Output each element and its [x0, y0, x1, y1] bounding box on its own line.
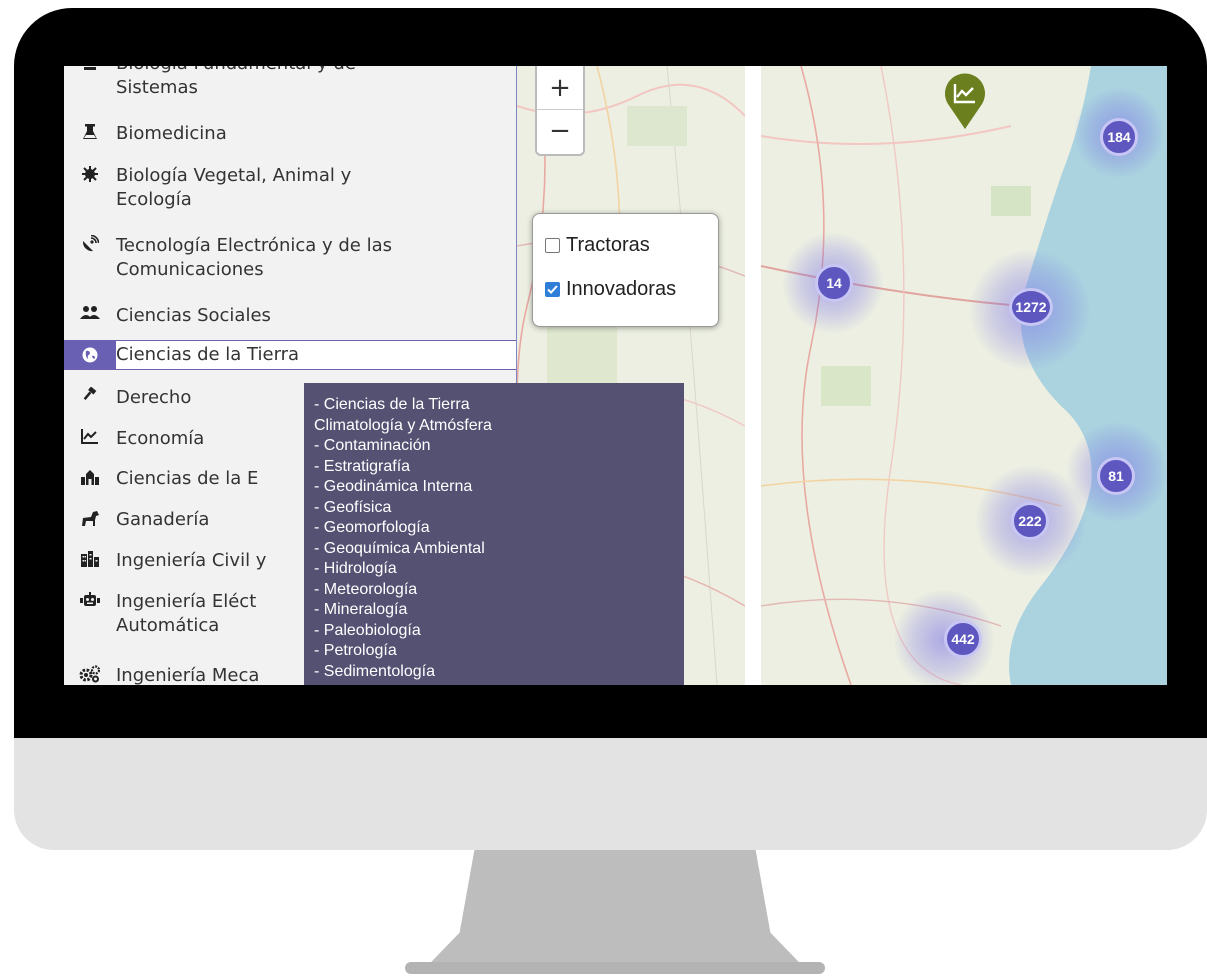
- satellite-dish-icon: [64, 232, 116, 253]
- map-pin-marker[interactable]: [940, 72, 990, 130]
- sidebar-item-label: Tecnología Electrónica y de las: [116, 235, 393, 256]
- tooltip-line: - Geodinámica Interna: [314, 478, 473, 495]
- sidebar-item-biomedicina[interactable]: Biomedicina: [64, 120, 516, 146]
- tractoras-label: Tractoras: [566, 234, 650, 256]
- cluster-marker[interactable]: 184: [1100, 118, 1138, 156]
- tractoras-checkbox[interactable]: [545, 238, 560, 253]
- chart-line-icon: [64, 425, 116, 444]
- sidebar-item-label: Ciencias Sociales: [116, 305, 271, 326]
- layer-option-innovadoras[interactable]: Innovadoras: [545, 278, 676, 301]
- layer-option-tractoras[interactable]: Tractoras: [545, 234, 650, 257]
- sidebar-item-biologia-vegetal[interactable]: Biología Vegetal, Animal y Ecología: [64, 162, 516, 212]
- sidebar-item-biologia-fundamental[interactable]: Biología Fundamental y de Sistemas: [64, 66, 516, 100]
- cluster-marker[interactable]: 442: [944, 620, 982, 658]
- category-tooltip: - Ciencias de la Tierra Climatología y A…: [304, 383, 684, 685]
- tooltip-line: - Geoquímica Ambiental: [314, 539, 485, 557]
- zoom-out-button[interactable]: −: [537, 109, 583, 152]
- tooltip-line: - Ciencias de la Tierra: [314, 396, 470, 413]
- sidebar-item-tecnologia-electronica[interactable]: Tecnología Electrónica y de las Comunicac…: [64, 232, 516, 282]
- sidebar-item-label: Ganadería: [116, 509, 210, 530]
- cluster-marker[interactable]: 81: [1097, 457, 1135, 495]
- chart-line-icon: [945, 73, 985, 129]
- sidebar-item-ciencias-sociales[interactable]: Ciencias Sociales: [64, 302, 516, 328]
- sidebar-item-label: Ingeniería Civil y: [116, 550, 267, 571]
- sidebar-item-label: Ciencias de la Tierra: [116, 344, 300, 365]
- city-icon: [64, 547, 116, 568]
- sidebar-item-label: Comunicaciones: [116, 259, 264, 280]
- cluster-marker[interactable]: 14: [815, 264, 853, 302]
- tooltip-line: - Geomorfología: [314, 519, 430, 536]
- sidebar-item-label: Ingeniería Eléct: [116, 591, 257, 612]
- horse-icon: [64, 506, 116, 527]
- virus-icon: [64, 162, 116, 183]
- innovadoras-checkbox[interactable]: [545, 282, 560, 297]
- map-separator: [745, 66, 761, 685]
- gavel-icon: [64, 384, 116, 405]
- sidebar-item-label: Derecho: [116, 387, 192, 408]
- sidebar-item-label: Biomedicina: [116, 123, 227, 144]
- sidebar-item-label: Biología Fundamental y de: [116, 66, 356, 74]
- sidebar-item-label: Biología Vegetal, Animal y: [116, 165, 352, 186]
- globe-icon: [64, 341, 116, 369]
- tooltip-line: - Estratigrafía: [314, 457, 411, 475]
- sidebar-item-label: Economía: [116, 428, 205, 449]
- cogs-icon: [64, 662, 116, 683]
- tooltip-line: - Meteorología: [314, 580, 418, 598]
- flask-icon: [64, 120, 116, 141]
- zoom-in-button[interactable]: +: [537, 66, 583, 109]
- tooltip-line: - Paleobiología: [314, 621, 421, 639]
- tooltip-line: - Sedimentología: [314, 662, 435, 680]
- tooltip-line: - Contaminación: [314, 437, 431, 454]
- monitor-stand: [430, 850, 800, 968]
- monitor-stand-base: [405, 962, 825, 974]
- layer-control: Tractoras Innovadoras: [532, 213, 719, 327]
- flask-microscope-icon: [64, 66, 116, 71]
- checkmark-icon: [547, 285, 558, 294]
- sidebar-item-label: Ciencias de la E: [116, 468, 259, 489]
- tooltip-line: - Geofísica: [314, 498, 392, 516]
- sidebar-item-label: Sistemas: [116, 77, 198, 98]
- robot-icon: [64, 588, 116, 609]
- tooltip-line: Climatología y Atmósfera: [314, 416, 492, 434]
- cluster-marker[interactable]: 1272: [1009, 288, 1053, 326]
- tooltip-line: - Petrología: [314, 642, 397, 659]
- sidebar-item-ciencias-de-la-tierra[interactable]: Ciencias de la Tierra: [64, 340, 516, 370]
- innovadoras-label: Innovadoras: [566, 278, 677, 300]
- zoom-control: + −: [535, 66, 585, 156]
- sidebar-item-label: Automática: [116, 615, 220, 636]
- monitor-chin: [14, 738, 1207, 850]
- screen: Biología Fundamental y de Sistemas Biomed…: [64, 66, 1167, 685]
- sidebar-item-label: Ingeniería Meca: [116, 665, 260, 685]
- tooltip-line: - Mineralogía: [314, 601, 408, 618]
- sidebar-item-label: Ecología: [116, 189, 192, 210]
- school-icon: [64, 465, 116, 486]
- users-icon: [64, 302, 116, 321]
- tooltip-line: - Hidrología: [314, 560, 397, 577]
- cluster-marker[interactable]: 222: [1011, 502, 1049, 540]
